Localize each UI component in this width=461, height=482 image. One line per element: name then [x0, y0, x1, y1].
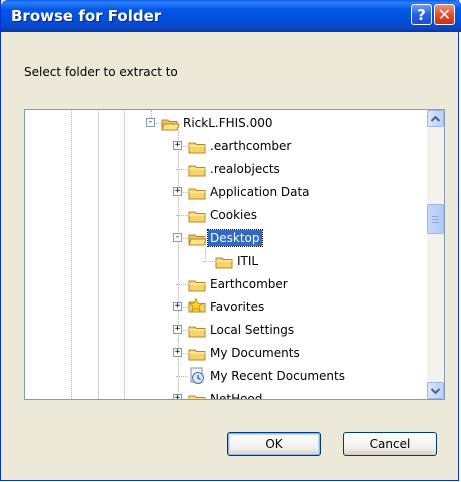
tree-guide: [203, 261, 215, 262]
tree-item-label[interactable]: .realobjects: [208, 161, 282, 177]
prompt-label: Select folder to extract to: [24, 65, 178, 79]
folder-icon: [188, 208, 207, 223]
grip-line: [432, 222, 439, 223]
tree-item[interactable]: Cookies: [25, 204, 424, 226]
tree-item[interactable]: My Recent Documents: [25, 365, 424, 387]
expand-icon[interactable]: +: [173, 302, 182, 311]
close-icon: ✕: [437, 5, 452, 24]
ok-button[interactable]: OK: [227, 432, 321, 456]
tree-item-label[interactable]: NetHood: [208, 391, 264, 399]
tree-guide: [176, 215, 188, 216]
tree-guide: [176, 284, 188, 285]
tree-guide: [176, 399, 188, 400]
expand-icon[interactable]: +: [173, 325, 182, 334]
tree-item[interactable]: .realobjects: [25, 158, 424, 180]
tree-item[interactable]: + Local Settings: [25, 319, 424, 341]
scroll-up-button[interactable]: [427, 110, 444, 127]
expand-icon[interactable]: +: [173, 141, 182, 150]
tree-item[interactable]: + .earthcomber: [25, 135, 424, 157]
tree-item[interactable]: + NetHood: [25, 388, 424, 400]
folder-icon: [188, 185, 207, 200]
tree-item-label[interactable]: Earthcomber: [208, 276, 290, 292]
scroll-down-button[interactable]: [427, 382, 444, 399]
folder-icon: [188, 277, 207, 292]
tree-item[interactable]: - RickL.FHIS.000: [25, 112, 424, 134]
tree-item-label[interactable]: Favorites: [208, 299, 266, 315]
folder-icon: [188, 323, 207, 338]
collapse-icon[interactable]: -: [146, 118, 155, 127]
tree-item[interactable]: + My Documents: [25, 342, 424, 364]
folder-icon: [188, 392, 207, 399]
tree-item-label[interactable]: My Documents: [208, 345, 302, 361]
folder-tree[interactable]: - RickL.FHIS.000 + .earthcomber .realobjects…: [24, 109, 445, 400]
folder-open-icon: [161, 116, 180, 131]
tree-item-label[interactable]: RickL.FHIS.000: [181, 115, 275, 131]
expand-icon[interactable]: +: [173, 394, 182, 399]
tree-item-label[interactable]: Cookies: [208, 207, 259, 223]
folder-icon: [188, 139, 207, 154]
tree-guide: [176, 376, 188, 377]
chevron-down-icon: [431, 387, 440, 394]
tree-item-label[interactable]: My Recent Documents: [208, 368, 347, 384]
tree-item-label[interactable]: Application Data: [208, 184, 312, 200]
help-icon: ?: [417, 5, 426, 24]
tree-guide: [176, 169, 188, 170]
tree-item-label[interactable]: ITIL: [235, 253, 260, 269]
star-folder-icon: [188, 297, 207, 313]
folder-icon: [215, 254, 234, 269]
collapse-icon[interactable]: -: [173, 233, 182, 242]
chevron-up-icon: [431, 115, 440, 122]
folder-icon: [188, 346, 207, 361]
tree-item-label[interactable]: Local Settings: [208, 322, 296, 338]
scroll-thumb[interactable]: [427, 204, 444, 234]
help-button[interactable]: ?: [411, 4, 432, 25]
tree-item[interactable]: Earthcomber: [25, 273, 424, 295]
expand-icon[interactable]: +: [173, 348, 182, 357]
recent-documents-icon: [188, 367, 207, 384]
tree-item-label[interactable]: Desktop: [207, 229, 263, 247]
tree-item[interactable]: ITIL: [25, 250, 424, 272]
tree-item[interactable]: + Application Data: [25, 181, 424, 203]
dialog-title: Browse for Folder: [11, 7, 162, 25]
folder-open-icon: [188, 231, 207, 246]
grip-line: [432, 216, 439, 217]
tree-item-label[interactable]: .earthcomber: [208, 138, 293, 154]
tree-item[interactable]: + Favorites: [25, 296, 424, 318]
expand-icon[interactable]: +: [173, 187, 182, 196]
folder-icon: [188, 162, 207, 177]
cancel-button[interactable]: Cancel: [343, 432, 437, 456]
grip-line: [432, 219, 439, 220]
tree-scrollbar[interactable]: [427, 110, 444, 399]
tree-item[interactable]: - Desktop: [25, 227, 424, 249]
close-button[interactable]: ✕: [434, 4, 455, 25]
title-bar[interactable]: Browse for Folder ? ✕: [1, 0, 461, 32]
browse-for-folder-dialog: Browse for Folder ? ✕ Select folder to e…: [0, 0, 461, 481]
